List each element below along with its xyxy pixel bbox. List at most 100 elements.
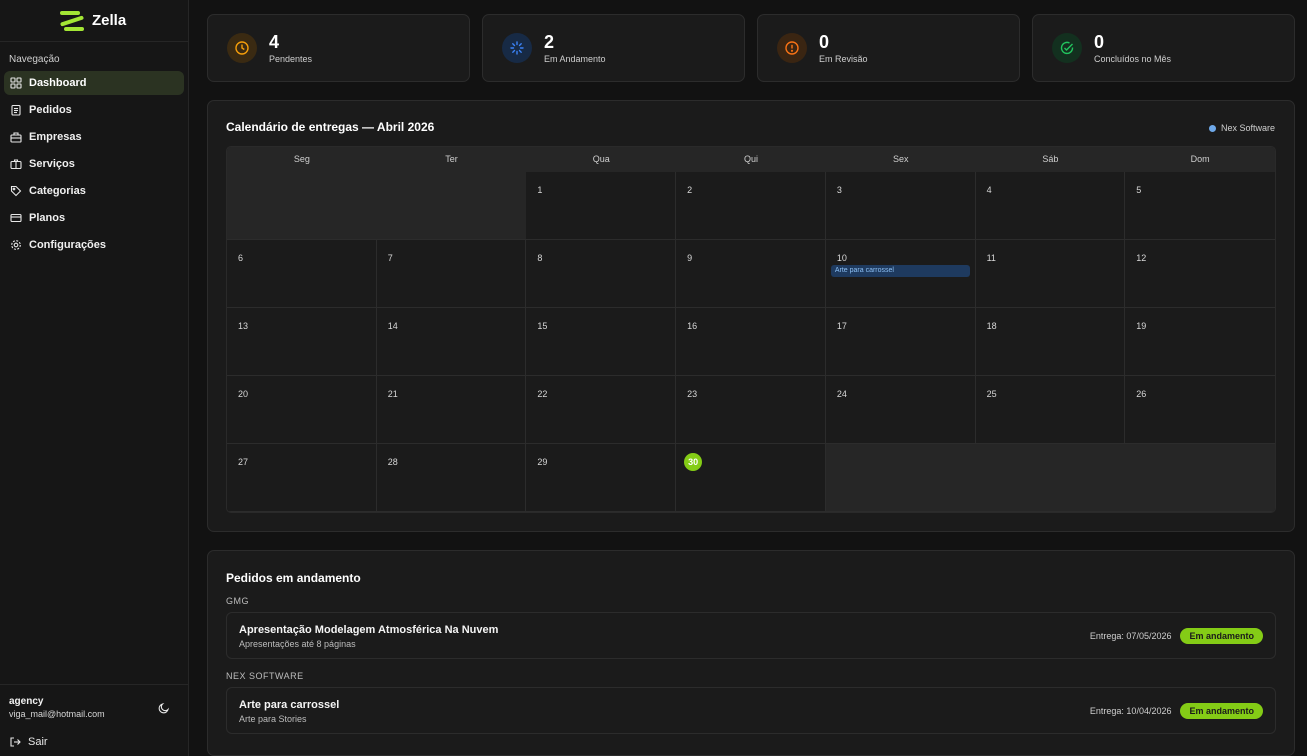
sidebar-item-label: Planos	[29, 212, 66, 224]
calendar-day[interactable]: 7	[376, 240, 527, 308]
status-badge: Em andamento	[1180, 703, 1263, 719]
calendar-event[interactable]: Arte para carrossel	[830, 265, 970, 277]
day-number: 5	[1136, 185, 1142, 195]
calendar-day[interactable]: 6	[227, 240, 377, 308]
calendar-day[interactable]: 20	[227, 376, 377, 444]
calendar-weekdays: Seg Ter Qua Qui Sex Sáb Dom	[227, 147, 1275, 172]
day-number: 19	[1136, 321, 1147, 331]
calendar-day[interactable]: 4	[975, 172, 1126, 240]
calendar-day[interactable]: 1	[526, 172, 677, 240]
weekday-label: Qua	[592, 154, 610, 164]
stat-card-em-revisao[interactable]: 0 Em Revisão	[757, 14, 1020, 82]
stat-label: Concluídos no Mês	[1094, 54, 1172, 64]
stat-label: Em Andamento	[544, 54, 606, 64]
sidebar-item-categorias[interactable]: Categorias	[4, 179, 184, 203]
sidebar-item-planos[interactable]: Planos	[4, 206, 184, 230]
calendar-day[interactable]: 26	[1125, 376, 1275, 444]
calendar-empty-cell	[227, 172, 377, 240]
credit-card-icon	[10, 212, 22, 224]
calendar-day[interactable]: 24	[825, 376, 976, 444]
order-meta: Entrega: 07/05/2026 Em andamento	[1090, 628, 1263, 644]
sidebar-footer: agency viga_mail@hotmail.com Sair	[0, 684, 188, 756]
day-number: 13	[238, 321, 249, 331]
sidebar-item-servicos[interactable]: Serviços	[4, 152, 184, 176]
user-profile: agency viga_mail@hotmail.com	[0, 684, 188, 728]
calendar-day[interactable]: 21	[376, 376, 527, 444]
day-number: 9	[687, 253, 693, 263]
stat-card-em-andamento[interactable]: 2 Em Andamento	[482, 14, 745, 82]
calendar-day[interactable]: 18	[975, 308, 1126, 376]
calendar-legend: Nex Software	[1208, 123, 1275, 133]
calendar-title: Calendário de entregas — Abril 2026	[226, 120, 435, 134]
sidebar-item-label: Pedidos	[29, 104, 72, 116]
moon-icon[interactable]	[158, 701, 170, 714]
sidebar-item-label: Empresas	[29, 131, 82, 143]
calendar-day[interactable]: 12	[1125, 240, 1275, 308]
clipboard-icon	[10, 104, 22, 116]
day-number: 25	[986, 389, 997, 399]
calendar-empty-cell	[376, 172, 527, 240]
calendar-day[interactable]: 27	[227, 444, 377, 512]
day-number: 14	[387, 321, 398, 331]
brand[interactable]: Zella	[0, 0, 188, 42]
calendar-day[interactable]: 2	[676, 172, 826, 240]
briefcase-icon	[10, 158, 22, 170]
sidebar-item-label: Dashboard	[29, 77, 87, 89]
calendar-day[interactable]: 29	[526, 444, 677, 512]
calendar-day[interactable]: 13	[227, 308, 377, 376]
logout-label: Sair	[28, 736, 48, 748]
calendar-day[interactable]: 17	[825, 308, 976, 376]
weekday-label: Dom	[1190, 154, 1210, 164]
orders-in-progress: Pedidos em andamento GMG Apresentação Mo…	[207, 550, 1295, 756]
day-number: 6	[238, 253, 244, 263]
calendar-day[interactable]: 16	[676, 308, 826, 376]
calendar-day[interactable]: 3	[825, 172, 976, 240]
calendar-grid: Seg Ter Qua Qui Sex Sáb Dom 1 2 3 4 5 6 7 8 9 10 A…	[226, 146, 1276, 513]
weekday-label: Seg	[293, 154, 310, 164]
day-number: 21	[387, 389, 398, 399]
order-item[interactable]: Apresentação Modelagem Atmosférica Na Nu…	[226, 612, 1276, 659]
day-number: 26	[1136, 389, 1147, 399]
stat-card-concluidos[interactable]: 0 Concluídos no Mês	[1032, 14, 1295, 82]
sidebar-item-empresas[interactable]: Empresas	[4, 125, 184, 149]
sidebar-item-pedidos[interactable]: Pedidos	[4, 98, 184, 122]
calendar-day[interactable]: 22	[526, 376, 677, 444]
app: Zella Navegação Dashboard Pedidos Empres…	[0, 0, 1307, 756]
day-number: 18	[986, 321, 997, 331]
logout-button[interactable]: Sair	[0, 728, 188, 756]
stat-label: Pendentes	[269, 54, 313, 64]
stat-card-pendentes[interactable]: 4 Pendentes	[207, 14, 470, 82]
order-item[interactable]: Arte para carrossel Arte para Stories En…	[226, 687, 1276, 734]
today-marker: 30	[684, 453, 703, 471]
day-number: 23	[687, 389, 698, 399]
calendar-day[interactable]: 5	[1125, 172, 1275, 240]
calendar-day[interactable]: 15	[526, 308, 677, 376]
clock-icon	[227, 33, 257, 63]
nav-section-label: Navegação	[9, 54, 60, 65]
calendar-day[interactable]: 11	[975, 240, 1126, 308]
loader-icon	[502, 33, 532, 63]
orders-title: Pedidos em andamento	[226, 571, 361, 585]
user-name: agency	[9, 696, 44, 707]
sidebar-item-dashboard[interactable]: Dashboard	[4, 71, 184, 95]
calendar-day[interactable]: 30	[676, 444, 826, 512]
day-number: 4	[986, 185, 992, 195]
calendar-day[interactable]: 23	[676, 376, 826, 444]
stat-value: 0	[1094, 32, 1105, 52]
day-number: 20	[238, 389, 249, 399]
sidebar-item-configuracoes[interactable]: Configurações	[4, 233, 184, 257]
calendar-day[interactable]: 14	[376, 308, 527, 376]
calendar-days: 1 2 3 4 5 6 7 8 9 10 Arte para carrossel 11 12 13 14 15…	[227, 172, 1275, 512]
day-number: 10	[836, 253, 847, 263]
day-number: 28	[387, 457, 398, 467]
day-number: 2	[687, 185, 693, 195]
calendar-day[interactable]: 10 Arte para carrossel	[825, 240, 976, 308]
calendar-day[interactable]: 25	[975, 376, 1126, 444]
calendar-day[interactable]: 19	[1125, 308, 1275, 376]
calendar-day[interactable]: 8	[526, 240, 677, 308]
calendar-day[interactable]: 9	[676, 240, 826, 308]
sidebar: Zella Navegação Dashboard Pedidos Empres…	[0, 0, 189, 756]
calendar-day[interactable]: 28	[376, 444, 527, 512]
day-number: 16	[687, 321, 698, 331]
logout-icon	[9, 736, 21, 748]
